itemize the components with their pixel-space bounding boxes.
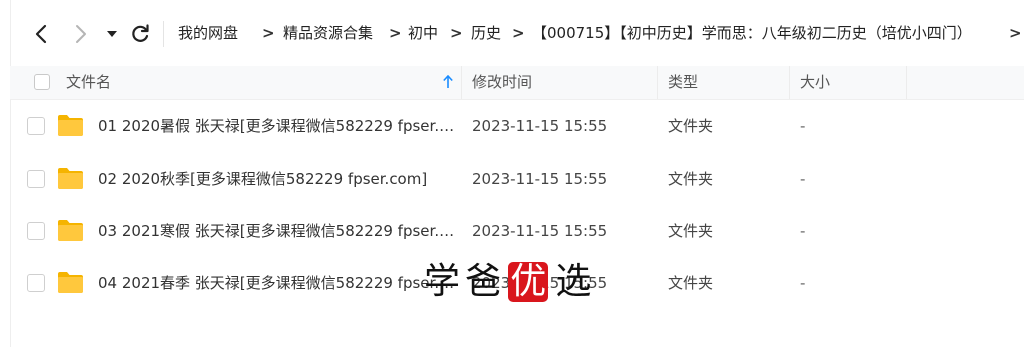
breadcrumb-overflow-chevron[interactable]: > <box>1009 24 1022 42</box>
breadcrumb-separator: > <box>389 24 402 42</box>
file-type: 文件夹 <box>668 222 714 240</box>
row-checkbox[interactable] <box>27 170 45 188</box>
file-modified-time: 2023-11-15 15:55 <box>472 117 608 135</box>
file-size: - <box>800 222 806 240</box>
file-name[interactable]: 02 2020秋季[更多课程微信582229 fpser.com] <box>98 153 458 205</box>
folder-icon <box>58 220 83 241</box>
column-divider <box>657 66 658 99</box>
row-checkbox[interactable] <box>27 222 45 240</box>
watermark-char: 学 <box>424 261 461 302</box>
file-modified-time: 2023-11-15 15:55 <box>472 222 608 240</box>
file-list-header: 文件名 修改时间 类型 大小 <box>10 66 1024 100</box>
forward-arrow-icon[interactable] <box>68 22 92 46</box>
sort-up-arrow-icon[interactable] <box>442 75 454 89</box>
breadcrumb-separator: > <box>262 24 275 42</box>
column-divider <box>461 66 462 99</box>
watermark-stamp-char: 优 <box>508 261 549 302</box>
column-header-size[interactable]: 大小 <box>800 66 830 99</box>
row-checkbox[interactable] <box>27 117 45 135</box>
breadcrumb-separator: > <box>450 24 463 42</box>
breadcrumb-item-collection[interactable]: 精品资源合集 <box>283 24 373 42</box>
folder-icon <box>58 272 83 293</box>
folder-icon <box>58 115 83 136</box>
row-checkbox[interactable] <box>27 274 45 292</box>
column-header-type[interactable]: 类型 <box>668 66 698 99</box>
breadcrumb-separator: > <box>512 24 525 42</box>
file-type: 文件夹 <box>668 274 714 292</box>
file-type: 文件夹 <box>668 170 714 188</box>
dropdown-caret-icon[interactable] <box>104 22 128 46</box>
toolbar: 我的网盘 > 精品资源合集 > 初中 > 历史 > 【000715】【初中历史】… <box>10 0 1024 66</box>
watermark-char: 爸 <box>465 261 502 302</box>
file-modified-time: 2023-11-15 15:55 <box>472 170 608 188</box>
file-size: - <box>800 274 806 292</box>
breadcrumb-item-history[interactable]: 历史 <box>471 24 501 42</box>
column-divider <box>906 66 907 99</box>
refresh-icon[interactable] <box>128 22 152 46</box>
file-row[interactable]: 02 2020秋季[更多课程微信582229 fpser.com] 2023-1… <box>10 153 1024 205</box>
back-arrow-icon[interactable] <box>30 22 54 46</box>
file-type: 文件夹 <box>668 117 714 135</box>
file-name[interactable]: 03 2021寒假 张天禄[更多课程微信582229 fpser.com] <box>98 205 458 257</box>
toolbar-divider <box>163 21 164 47</box>
file-size: - <box>800 170 806 188</box>
breadcrumb-item-junior-high[interactable]: 初中 <box>408 24 438 42</box>
breadcrumb-item-my-drive[interactable]: 我的网盘 <box>178 24 238 42</box>
select-all-checkbox[interactable] <box>34 74 50 90</box>
column-divider <box>789 66 790 99</box>
breadcrumb-item-current-folder[interactable]: 【000715】【初中历史】学而思：八年级初二历史（培优小四门） <box>532 24 998 42</box>
watermark-logo: 学 爸 优 选 <box>424 260 591 304</box>
folder-icon <box>58 168 83 189</box>
watermark-char: 选 <box>555 261 592 302</box>
file-name[interactable]: 01 2020暑假 张天禄[更多课程微信582229 fpser.com] <box>98 100 458 152</box>
file-row[interactable]: 01 2020暑假 张天禄[更多课程微信582229 fpser.com] 20… <box>10 100 1024 152</box>
breadcrumb: 我的网盘 > 精品资源合集 > 初中 > 历史 > 【000715】【初中历史】… <box>178 0 1024 66</box>
column-header-modified[interactable]: 修改时间 <box>472 66 532 99</box>
file-size: - <box>800 117 806 135</box>
file-name[interactable]: 04 2021春季 张天禄[更多课程微信582229 fpser.com] <box>98 257 458 309</box>
file-row[interactable]: 03 2021寒假 张天禄[更多课程微信582229 fpser.com] 20… <box>10 205 1024 257</box>
column-header-name[interactable]: 文件名 <box>66 66 111 99</box>
